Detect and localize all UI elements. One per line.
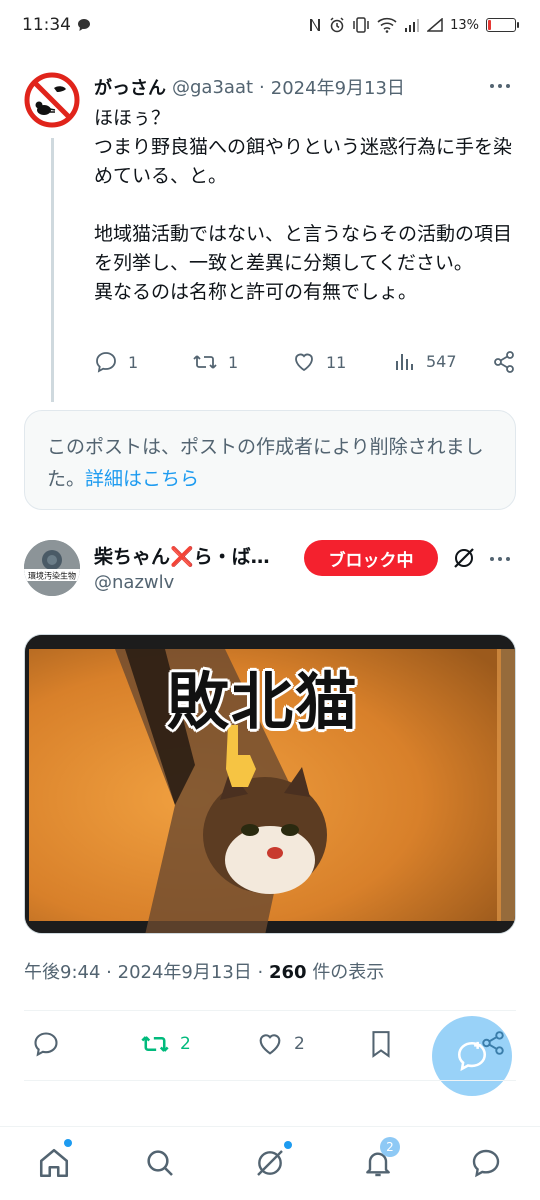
nav-grok[interactable]	[252, 1141, 292, 1181]
like-count: 2	[294, 1034, 305, 1054]
status-time: 11:34	[22, 15, 71, 35]
views-button[interactable]: 547	[394, 350, 457, 372]
view-count: 260	[269, 962, 307, 983]
author-name[interactable]: がっさん	[94, 74, 166, 100]
avatar[interactable]	[24, 72, 80, 128]
analytics-icon	[396, 354, 413, 370]
heart-icon	[295, 353, 313, 372]
home-icon	[39, 1148, 69, 1178]
compose-message-icon	[457, 1041, 487, 1072]
grok-icon[interactable]	[452, 546, 476, 570]
bookmark-icon	[372, 1031, 390, 1058]
wifi-icon	[377, 17, 397, 33]
more-icon	[498, 557, 502, 561]
separator: ·	[257, 962, 264, 983]
repost-icon	[141, 1036, 169, 1052]
compose-reply-fab[interactable]	[432, 1016, 512, 1096]
post-media-image[interactable]: 敗北猫	[24, 634, 516, 934]
more-icon	[506, 84, 510, 88]
post-meta: 午後9:44 · 2024年9月13日 · 260 件の表示	[24, 958, 384, 984]
reply-icon	[34, 1032, 58, 1057]
message-icon	[77, 18, 91, 32]
heart-icon	[259, 1034, 281, 1055]
search-icon	[147, 1150, 173, 1176]
more-icon	[498, 84, 502, 88]
vibrate-icon	[352, 17, 370, 33]
tweet-header: がっさん @ga3aat · 2024年9月13日	[94, 74, 405, 100]
separator: ·	[106, 962, 112, 983]
reply-icon	[96, 352, 116, 373]
battery-percent: 13%	[450, 17, 479, 33]
battery-icon	[486, 18, 519, 32]
battery-level	[488, 20, 491, 30]
like-button[interactable]: 11	[292, 350, 346, 374]
repost-count: 1	[228, 352, 239, 372]
new-content-dot	[64, 1139, 72, 1147]
alarm-icon	[329, 17, 345, 33]
more-options-button[interactable]	[490, 78, 514, 94]
more-icon	[490, 84, 494, 88]
messages-icon	[472, 1149, 500, 1178]
status-bar: 11:34 13%	[0, 0, 540, 50]
share-icon	[494, 351, 514, 373]
deleted-post-notice: このポストは、ポストの作成者により削除されました。詳細はこちら	[24, 410, 516, 510]
blocked-button[interactable]: ブロック中	[304, 540, 438, 576]
post-date: 2024年9月13日	[117, 962, 252, 983]
views-label[interactable]: 件の表示	[312, 962, 384, 983]
like-button[interactable]: 2	[256, 1030, 305, 1058]
post-actions: 1 1 11 547	[94, 350, 518, 380]
media-caption: 敗北猫	[167, 665, 360, 738]
repost-count: 2	[180, 1034, 191, 1054]
new-content-dot	[284, 1141, 292, 1149]
signal-icon	[404, 18, 420, 32]
like-count: 11	[326, 352, 347, 372]
learn-more-link[interactable]: 詳細はこちら	[85, 468, 199, 490]
nav-search[interactable]	[142, 1145, 178, 1181]
more-icon	[490, 557, 494, 561]
repost-button[interactable]: 1	[192, 350, 238, 374]
post-time: 午後9:44	[24, 962, 101, 983]
repost-button[interactable]: 2	[140, 1030, 191, 1058]
divider	[24, 1080, 516, 1081]
reply-button[interactable]	[32, 1030, 60, 1058]
author-handle[interactable]: @nazwlv	[94, 572, 174, 593]
nfc-icon	[308, 17, 322, 33]
author-name[interactable]: 柴ちゃん❌ら・ば…	[94, 542, 270, 569]
view-count: 547	[426, 351, 457, 371]
grok-icon	[257, 1150, 283, 1176]
avatar[interactable]: 環境汚染生物	[24, 540, 80, 596]
more-icon	[506, 557, 510, 561]
signal-icon	[427, 18, 443, 32]
separator: ·	[259, 76, 265, 98]
nav-notifications[interactable]: 2	[360, 1137, 400, 1181]
avatar-caption: 環境汚染生物	[28, 571, 76, 581]
repost-icon	[193, 355, 217, 369]
reply-button[interactable]: 1	[94, 350, 138, 374]
thread-line	[51, 138, 54, 402]
no-feeding-sign-icon	[24, 72, 80, 128]
post-text: ほほぅ？ つまり野良猫への餌やりという迷惑行為に手を染めている、と。 地域猫活動…	[94, 107, 513, 303]
avatar-image: 環境汚染生物	[24, 540, 80, 596]
post-date[interactable]: 2024年9月13日	[271, 74, 405, 100]
nav-messages[interactable]	[468, 1145, 504, 1181]
bookmark-button[interactable]	[368, 1030, 394, 1058]
author-handle[interactable]: @ga3aat	[172, 77, 253, 98]
bottom-navigation: 2	[0, 1126, 540, 1200]
divider	[24, 1010, 516, 1011]
notifications-badge: 2	[380, 1137, 400, 1157]
nav-home[interactable]	[36, 1139, 72, 1181]
reply-count: 1	[128, 352, 139, 372]
more-options-button[interactable]	[490, 556, 514, 562]
share-button[interactable]	[492, 350, 516, 374]
